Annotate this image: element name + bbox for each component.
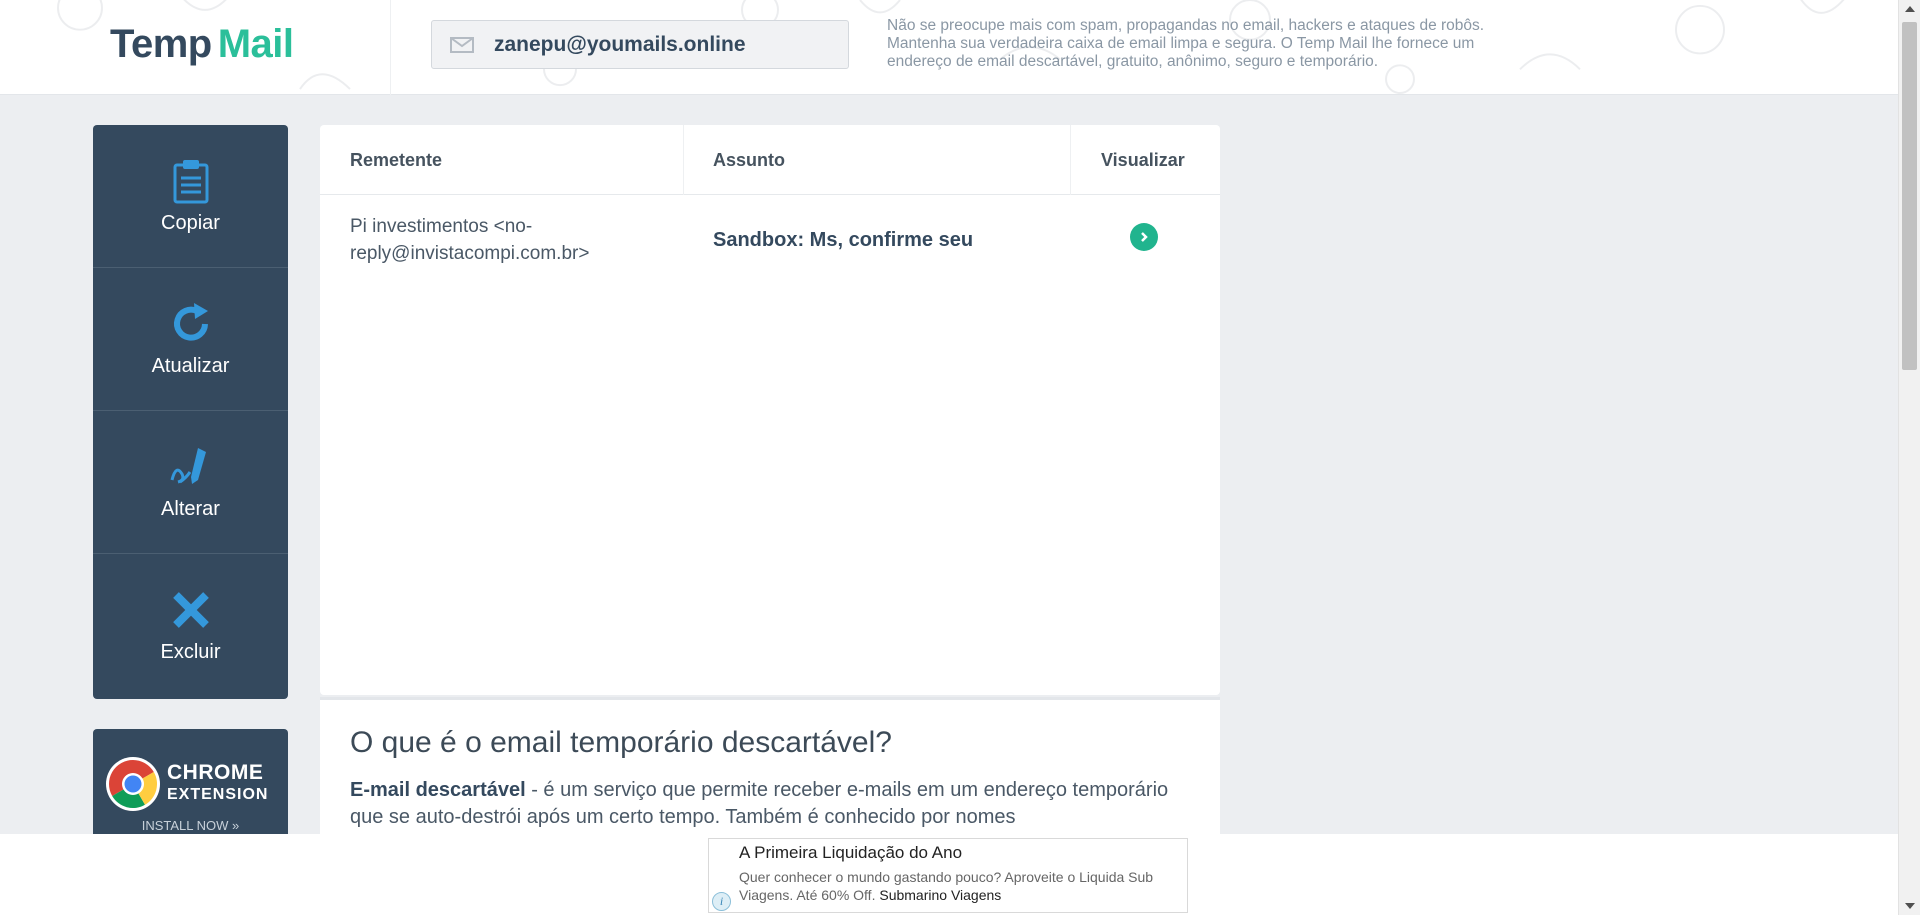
column-header-sender: Remetente	[350, 149, 443, 170]
change-label: Alterar	[161, 497, 220, 520]
ad-advertiser[interactable]: Submarino Viagens	[879, 887, 1001, 903]
view-email-button[interactable]	[1130, 223, 1158, 251]
email-sender-line2: reply@invistacompi.com.br>	[350, 243, 590, 264]
copy-button[interactable]: Copiar	[93, 125, 288, 268]
column-header-subject: Assunto	[713, 149, 785, 170]
ad-bar: A Primeira Liquidação do Ano Quer conhec…	[0, 834, 1898, 915]
email-address[interactable]: zanepu@youmails.online	[494, 33, 746, 57]
install-now-link[interactable]: INSTALL NOW »	[93, 818, 288, 833]
email-sender[interactable]: Pi investimentos <no- reply@invistacompi…	[350, 213, 650, 267]
ad-banner[interactable]: A Primeira Liquidação do Ano Quer conhec…	[708, 838, 1188, 913]
column-header-view: Visualizar	[1101, 149, 1185, 170]
info-title: O que é o email temporário descartável?	[350, 726, 892, 759]
inbox-header: Remetente Assunto Visualizar	[320, 125, 1220, 195]
logo[interactable]: Temp Mail	[110, 22, 294, 67]
info-bold-term: E-mail descartável	[350, 779, 526, 801]
scroll-thumb[interactable]	[1902, 22, 1917, 370]
info-text: E-mail descartável - é um serviço que pe…	[350, 777, 1200, 831]
copy-label: Copiar	[161, 211, 220, 234]
delete-button[interactable]: Excluir	[93, 554, 288, 697]
scrollbar[interactable]	[1898, 0, 1920, 915]
scroll-up-arrow-icon[interactable]	[1905, 6, 1915, 12]
ad-info-icon[interactable]: i	[712, 892, 731, 911]
refresh-label: Atualizar	[151, 354, 230, 377]
inbox-table: Remetente Assunto Visualizar Pi investim…	[320, 125, 1220, 695]
chrome-extension-banner[interactable]: CHROME EXTENSION INSTALL NOW »	[93, 729, 288, 839]
envelope-icon	[450, 36, 474, 53]
column-separator	[683, 125, 684, 195]
logo-mail: Mail	[217, 22, 294, 66]
change-button[interactable]: Alterar	[93, 411, 288, 554]
delete-label: Excluir	[160, 641, 221, 663]
ad-description: Quer conhecer o mundo gastando pouco? Ap…	[739, 868, 1187, 904]
clipboard-icon	[173, 159, 208, 203]
chevron-right-icon	[1141, 232, 1148, 242]
email-sender-line1: Pi investimentos <no-	[350, 216, 533, 237]
refresh-icon	[173, 302, 208, 341]
chrome-logo-icon	[106, 757, 160, 811]
logo-temp: Temp	[110, 22, 212, 66]
sidebar: Copiar Atualizar Alterar Excluir	[93, 125, 288, 699]
header: Temp Mail zanepu@youmails.online Não se p…	[0, 0, 1898, 95]
scroll-down-arrow-icon[interactable]	[1905, 903, 1915, 909]
logo-divider	[390, 0, 391, 95]
chrome-title: CHROME	[167, 761, 264, 784]
chrome-subtitle: EXTENSION	[167, 786, 269, 803]
refresh-button[interactable]: Atualizar	[93, 268, 288, 411]
ad-title[interactable]: A Primeira Liquidação do Ano	[739, 843, 962, 863]
email-address-field[interactable]: zanepu@youmails.online	[431, 20, 849, 69]
delete-icon	[172, 592, 209, 628]
header-description: Não se preocupe mais com spam, propagand…	[887, 17, 1485, 70]
column-separator	[1070, 125, 1071, 195]
edit-icon	[170, 447, 206, 484]
email-subject[interactable]: Sandbox: Ms, confirme seu	[713, 229, 1063, 252]
